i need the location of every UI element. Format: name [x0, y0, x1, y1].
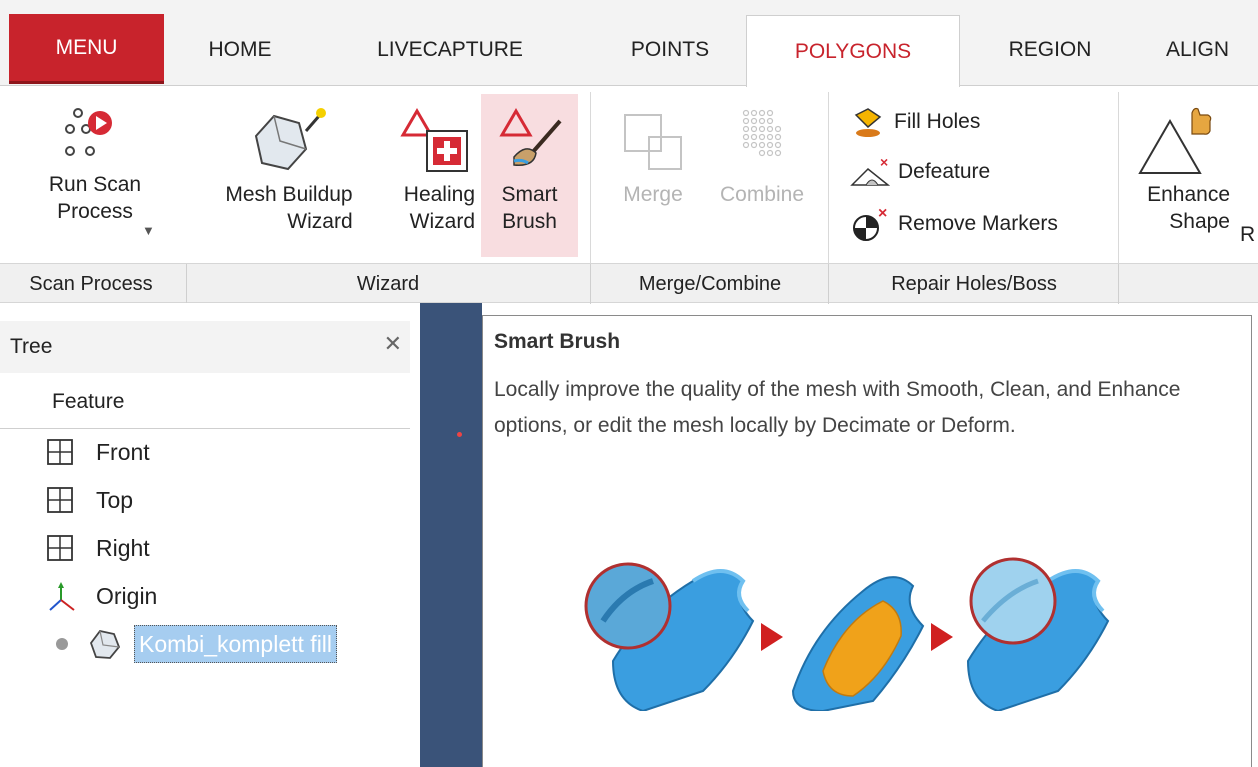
combine-label: Combine [719, 183, 805, 206]
tree-column-header[interactable]: Feature [0, 375, 410, 429]
group-label-repair-holes: Repair Holes/Boss [891, 272, 1057, 295]
fill-holes-label: Fill Holes [894, 110, 981, 133]
group-separator [1118, 92, 1119, 292]
tree-item-label: Front [96, 438, 150, 465]
mesh-icon [89, 629, 121, 659]
tab-menu[interactable]: MENU [9, 14, 164, 84]
smoothed-mesh-illustration [966, 557, 1110, 711]
remove-markers-icon: × [853, 206, 887, 241]
remove-markers-button[interactable]: × Remove Markers [848, 206, 1058, 242]
tooltip-description: Locally improve the quality of the mesh … [494, 378, 1181, 437]
tab-region[interactable]: REGION [980, 15, 1120, 85]
tree-item-label: Kombi_komplett fill [134, 625, 338, 663]
combine-icon [742, 109, 782, 157]
tooltip-title: Smart Brush [494, 330, 621, 353]
plane-icon [47, 535, 73, 561]
tree-item-top[interactable]: Top [0, 477, 410, 523]
healing-icon [400, 108, 468, 172]
tree-item-label: Top [96, 486, 134, 513]
visibility-dot-icon[interactable] [56, 638, 68, 650]
remove-markers-label: Remove Markers [898, 212, 1058, 235]
tree-panel-title: Tree [10, 335, 53, 358]
rough-mesh-illustration [584, 562, 755, 711]
tree-item-front[interactable]: Front [0, 429, 410, 475]
group-separator [828, 92, 829, 292]
feature-column-label: Feature [52, 389, 125, 413]
tree-item-origin[interactable]: Origin [0, 573, 410, 619]
ribbon-panel: Run Scan Process ▼ Mesh Buildup Wizard H… [0, 85, 1258, 292]
ribbon-group-labels: Scan Process Wizard Merge/Combine Repair… [0, 263, 1258, 304]
fill-holes-button[interactable]: Fill Holes [848, 104, 980, 140]
merge-button[interactable]: Merge [608, 101, 698, 251]
ribbon-tab-bar: MENU HOME LIVECAPTURE POINTS POLYGONS RE… [0, 0, 1258, 87]
defeature-label: Defeature [898, 160, 991, 183]
brush-icon [498, 108, 562, 166]
group-label-merge-combine: Merge/Combine [638, 272, 782, 295]
tree-panel-header: Tree [0, 321, 410, 373]
scan-process-icon [65, 108, 112, 156]
close-icon[interactable]: ✕ [384, 331, 402, 357]
plane-icon [47, 439, 73, 465]
mesh-buildup-wizard-button[interactable]: Mesh Buildup Wizard [204, 101, 374, 251]
smart-brush-button[interactable]: Smart Brush [481, 94, 578, 257]
smart-brush-label: Smart Brush [501, 183, 558, 233]
defeature-button[interactable]: × Defeature [848, 154, 990, 190]
tab-polygons[interactable]: POLYGONS [746, 15, 960, 87]
viewport-marker [457, 432, 462, 437]
chevron-down-icon: ▼ [142, 223, 155, 238]
tree-item-mesh[interactable]: Kombi_komplett fill [0, 621, 410, 667]
mesh-buildup-label: Mesh Buildup Wizard [225, 183, 353, 233]
tree-item-label: Origin [96, 582, 158, 609]
model-viewport[interactable] [420, 303, 482, 767]
mesh-buildup-icon [254, 108, 326, 171]
tab-align[interactable]: ALIGN [1166, 15, 1258, 85]
merge-icon [624, 114, 682, 170]
fill-holes-icon [854, 108, 882, 137]
group-label-wizard: Wizard [356, 272, 420, 295]
tab-home[interactable]: HOME [180, 15, 300, 85]
group-label-separator [828, 264, 829, 304]
enhance-shape-button[interactable]: Enhance Shape [1124, 101, 1230, 251]
plane-icon [47, 487, 73, 513]
origin-axes-icon [49, 582, 75, 611]
run-scan-process-button[interactable]: Run Scan Process ▼ [30, 101, 160, 251]
healing-wizard-button[interactable]: Healing Wizard [380, 101, 475, 251]
arrow-icon [761, 623, 783, 651]
tree-panel: Tree ✕ Feature Front Top Right Origin Ko… [0, 303, 410, 767]
next-button-partial-label: R [1240, 223, 1256, 246]
run-scan-label: Run Scan Process [48, 173, 142, 223]
group-label-scan-process: Scan Process [29, 272, 153, 295]
svg-text:×: × [880, 155, 888, 170]
group-label-separator [186, 264, 187, 304]
smart-brush-illustration [584, 557, 1110, 711]
arrow-icon [931, 623, 953, 651]
tab-points[interactable]: POINTS [600, 15, 740, 85]
group-label-separator [1118, 264, 1119, 304]
tree-item-label: Right [96, 534, 150, 561]
tab-livecapture[interactable]: LIVECAPTURE [350, 15, 550, 85]
group-label-separator [590, 264, 591, 304]
svg-text:×: × [878, 206, 887, 222]
healing-label: Healing Wizard [403, 183, 475, 233]
tree-item-right[interactable]: Right [0, 525, 410, 571]
enhance-shape-label: Enhance Shape [1147, 183, 1230, 233]
enhance-shape-icon [1138, 107, 1212, 174]
combine-button[interactable]: Combine [704, 101, 820, 251]
tooltip-smart-brush: Smart Brush Locally improve the quality … [482, 315, 1252, 767]
defeature-icon: × [850, 155, 891, 186]
brushing-mesh-illustration [791, 576, 925, 711]
group-separator [590, 92, 591, 292]
merge-label: Merge [623, 183, 683, 206]
